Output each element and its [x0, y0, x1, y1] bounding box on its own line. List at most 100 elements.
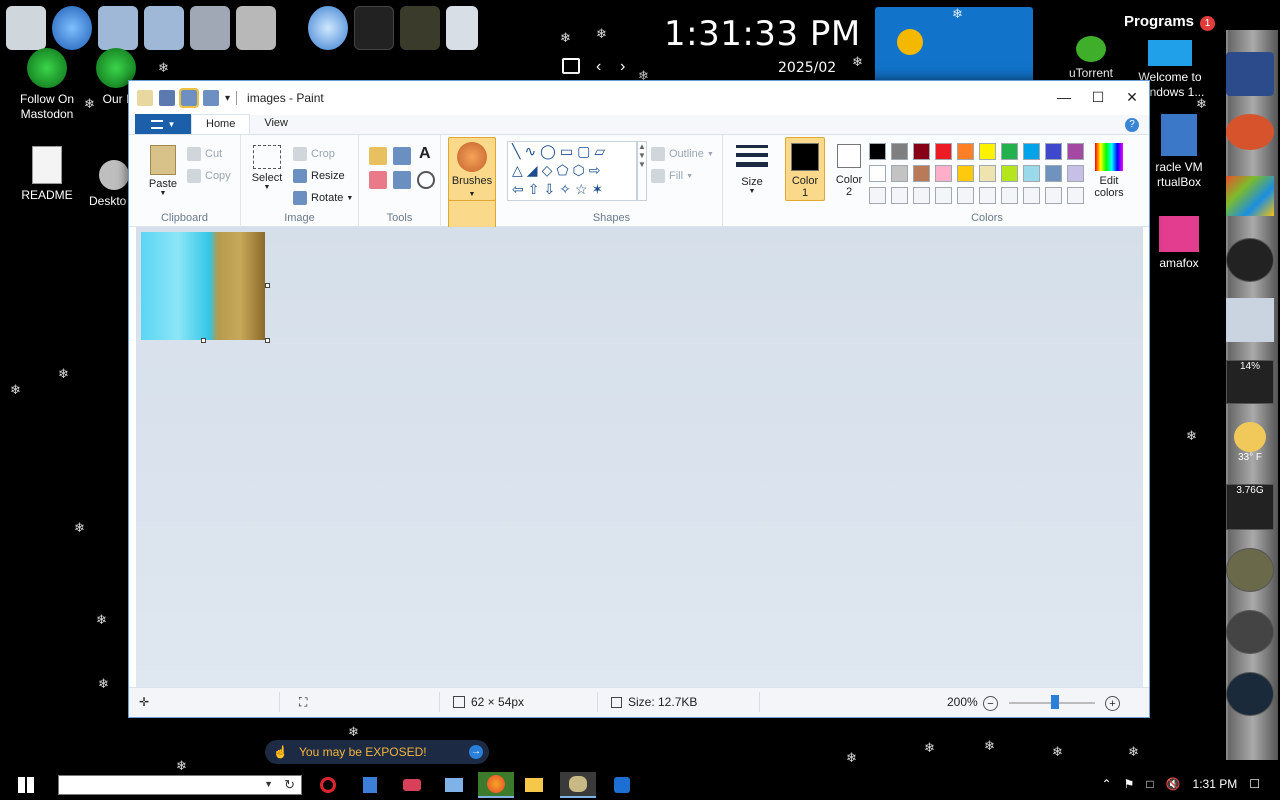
folder-icon[interactable]: [144, 6, 184, 50]
shape-triangle-icon[interactable]: △: [512, 162, 527, 178]
notifications-icon[interactable]: ☐: [1249, 777, 1260, 791]
clock-gadget-icon[interactable]: [1226, 238, 1274, 282]
cut-button[interactable]: Cut: [187, 147, 222, 161]
palette-swatch[interactable]: [891, 165, 908, 182]
nexus-logo-icon[interactable]: [1226, 52, 1274, 96]
shape-star4-icon[interactable]: ✧: [559, 181, 575, 197]
desktop-icon-amafox[interactable]: amafox: [1144, 216, 1214, 271]
refresh-icon[interactable]: ↻: [284, 777, 295, 793]
chevron-right-icon[interactable]: ›: [620, 58, 625, 76]
zoom-in-button[interactable]: +: [1105, 696, 1120, 711]
minimize-button[interactable]: —: [1047, 81, 1081, 113]
shape-diamond-icon[interactable]: ◇: [542, 162, 557, 178]
flag-icon[interactable]: ⚑: [1124, 777, 1135, 791]
image-canvas[interactable]: [141, 232, 265, 340]
palette-empty-swatch[interactable]: [935, 187, 952, 204]
palette-swatch[interactable]: [979, 143, 996, 160]
color1-button[interactable]: Color 1: [785, 137, 825, 201]
zoom-slider[interactable]: [1009, 695, 1095, 709]
shape-star5-icon[interactable]: ☆: [575, 181, 592, 197]
shape-arrow-down-icon[interactable]: ⇩: [543, 181, 559, 197]
color2-button[interactable]: Color 2: [829, 137, 869, 201]
outline-button[interactable]: Outline ▼: [651, 147, 714, 161]
tab-home[interactable]: Home: [191, 114, 251, 134]
undo-icon[interactable]: [179, 88, 199, 108]
palette-swatch[interactable]: [935, 143, 952, 160]
rotate-button[interactable]: Rotate ▼: [293, 191, 353, 205]
help-icon[interactable]: ?: [1125, 118, 1139, 132]
zoom-out-button[interactable]: −: [983, 696, 998, 711]
palette-swatch[interactable]: [1001, 143, 1018, 160]
taskbar-paint-icon[interactable]: [560, 772, 596, 798]
file-menu-tab[interactable]: ▼: [135, 114, 191, 134]
shape-pentagon-icon[interactable]: ⬠: [556, 162, 572, 178]
shape-arrow-right-icon[interactable]: ⇨: [589, 162, 605, 178]
resize-handle-bottom[interactable]: [201, 338, 206, 343]
canvas-area[interactable]: [136, 227, 1143, 689]
magnifier-icon[interactable]: [417, 171, 435, 189]
shape-hexagon-icon[interactable]: ⬡: [573, 162, 589, 178]
globe-icon[interactable]: [308, 6, 348, 50]
fish-icon[interactable]: [1226, 114, 1274, 150]
palette-swatch[interactable]: [1067, 165, 1084, 182]
palette-swatch[interactable]: [1045, 165, 1062, 182]
size-button[interactable]: Size ▼: [733, 145, 771, 195]
palette-empty-swatch[interactable]: [869, 187, 886, 204]
shape-line-icon[interactable]: ╲: [512, 143, 524, 159]
palette-empty-swatch[interactable]: [957, 187, 974, 204]
color-picker-icon[interactable]: [393, 171, 411, 189]
reindeer-icon[interactable]: [400, 6, 440, 50]
maximize-button[interactable]: ☐: [1081, 81, 1115, 113]
shape-polygon-icon[interactable]: ▱: [594, 143, 609, 159]
palette-swatch[interactable]: [1023, 165, 1040, 182]
text-tool-icon[interactable]: A: [419, 145, 431, 163]
zoom-slider-thumb[interactable]: [1051, 695, 1059, 709]
palette-swatch[interactable]: [957, 165, 974, 182]
recycle-gadget-icon[interactable]: [1226, 298, 1274, 342]
resize-button[interactable]: Resize: [293, 169, 345, 183]
palette-empty-swatch[interactable]: [891, 187, 908, 204]
desktop-icon-utorrent[interactable]: uTorrent: [1056, 36, 1126, 81]
palette-empty-swatch[interactable]: [1045, 187, 1062, 204]
palette-swatch[interactable]: [913, 143, 930, 160]
copy-button[interactable]: Copy: [187, 169, 231, 183]
eraser-icon[interactable]: [369, 171, 387, 189]
shapes-gallery[interactable]: ╲∿◯▭▢▱ △◢◇⬠⬡⇨ ⇦⇧⇩✧☆✶: [507, 141, 637, 201]
customize-toolbar-chevron-icon[interactable]: ▾: [225, 93, 230, 104]
palette-swatch[interactable]: [869, 165, 886, 182]
shape-curve-icon[interactable]: ∿: [524, 143, 540, 159]
pencil-icon[interactable]: [369, 147, 387, 165]
palette-swatch[interactable]: [869, 143, 886, 160]
shape-arrow-up-icon[interactable]: ⇧: [528, 181, 544, 197]
tab-view[interactable]: View: [250, 114, 302, 134]
taskbar-search-input[interactable]: ▼ ↻: [58, 775, 302, 795]
taskbar-firefox-icon[interactable]: [478, 772, 514, 798]
palette-swatch[interactable]: [979, 165, 996, 182]
palette-swatch[interactable]: [1023, 143, 1040, 160]
desktop-icon-virtualbox[interactable]: racle VM rtualBox: [1144, 114, 1214, 190]
programs-launcher[interactable]: Programs 1: [1124, 13, 1216, 31]
control-panel-icon[interactable]: [190, 6, 230, 50]
computer-icon[interactable]: [6, 6, 46, 50]
shape-rounded-rect-icon[interactable]: ▢: [577, 143, 594, 159]
taskbar-app-icon[interactable]: [604, 772, 640, 798]
taskbar-clock[interactable]: 1:31 PM: [1193, 777, 1238, 791]
taskbar-opera-icon[interactable]: [310, 772, 346, 798]
select-button[interactable]: Select ▼: [249, 145, 285, 191]
arrow-right-icon[interactable]: →: [469, 745, 483, 759]
resize-handle-corner[interactable]: [265, 338, 270, 343]
network-icon[interactable]: □: [1146, 777, 1153, 791]
palette-swatch[interactable]: [1001, 165, 1018, 182]
palette-swatch[interactable]: [1045, 143, 1062, 160]
taskbar-screen-icon[interactable]: [436, 772, 472, 798]
volume-muted-icon[interactable]: 🔇: [1166, 777, 1181, 791]
network-globe-icon[interactable]: [52, 6, 92, 50]
edit-colors-button[interactable]: Edit colors: [1091, 143, 1127, 199]
fill-button[interactable]: Fill ▼: [651, 169, 693, 183]
shape-right-triangle-icon[interactable]: ◢: [527, 162, 542, 178]
taskbar-shield-icon[interactable]: [352, 772, 388, 798]
resize-handle-right[interactable]: [265, 283, 270, 288]
folder-icon[interactable]: [98, 6, 138, 50]
globe-gadget-icon[interactable]: [1226, 548, 1274, 592]
tools-icon[interactable]: [236, 6, 276, 50]
